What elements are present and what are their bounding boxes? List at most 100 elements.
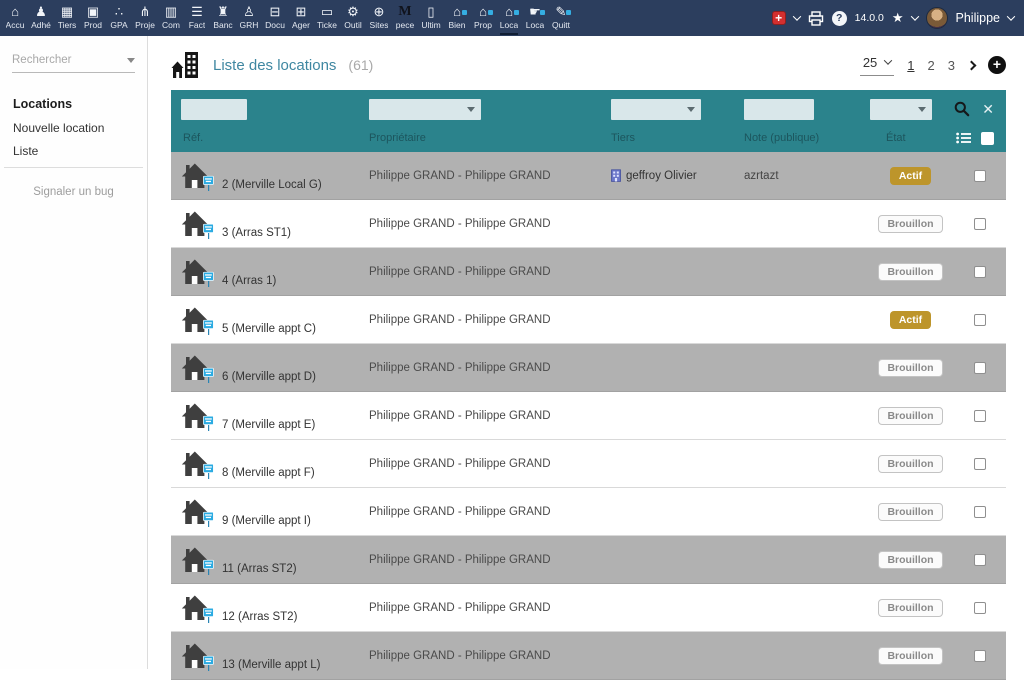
nav-item-quittances[interactable]: ✎Quitt: [548, 0, 574, 36]
column-header-ref[interactable]: Réf.: [183, 132, 203, 144]
row-checkbox[interactable]: [974, 602, 986, 614]
nav-item-locataires[interactable]: ☛Loca: [522, 0, 548, 36]
nav-item-gpa[interactable]: ∴GPA: [106, 0, 132, 36]
row-ref-link[interactable]: 13 (Merville appt L): [222, 659, 320, 672]
row-checkbox[interactable]: [974, 506, 986, 518]
house-for-rent-icon: [181, 498, 215, 528]
next-page-button[interactable]: [968, 62, 975, 69]
row-ref-link[interactable]: 8 (Merville appt F): [222, 467, 315, 480]
row-checkbox[interactable]: [974, 218, 986, 230]
table-row[interactable]: 8 (Merville appt F)Philippe GRAND - Phil…: [171, 440, 1006, 488]
chevron-down-icon[interactable]: [910, 12, 918, 20]
column-header-tiers[interactable]: Tiers: [611, 132, 635, 144]
row-checkbox[interactable]: [974, 650, 986, 662]
nav-item-projets[interactable]: ⋔Proje: [132, 0, 158, 36]
search-input[interactable]: Rechercher: [12, 54, 135, 73]
nav-item-documents[interactable]: ⊟Docu: [262, 0, 288, 36]
table-row[interactable]: 4 (Arras 1)Philippe GRAND - Philippe GRA…: [171, 248, 1006, 296]
table-row[interactable]: 13 (Merville appt L) Philippe GRAND - Phi…: [171, 632, 1006, 680]
help-icon[interactable]: ?: [832, 11, 847, 26]
page-3[interactable]: 3: [948, 58, 955, 73]
table-row[interactable]: 3 (Arras ST1) Philippe GRAND - Philippe G…: [171, 200, 1006, 248]
filter-ref-input[interactable]: [181, 99, 247, 120]
chevron-down-icon[interactable]: [1007, 12, 1015, 20]
table-row[interactable]: 11 (Arras ST2)Philippe GRAND - Philippe …: [171, 536, 1006, 584]
m-module-icon: M: [398, 4, 411, 19]
row-checkbox[interactable]: [974, 266, 986, 278]
table-row[interactable]: 7 (Merville appt E)Philippe GRAND - Phil…: [171, 392, 1006, 440]
nav-item-sites[interactable]: ⊕Sites: [366, 0, 392, 36]
thirdparties-icon: ▦: [61, 4, 73, 19]
sidebar-item-nouvelle-location[interactable]: Nouvelle location: [13, 121, 147, 135]
nav-item-label: Adhé: [31, 20, 51, 30]
row-ref-link[interactable]: 6 (Merville appt D): [222, 371, 316, 384]
calendar-icon: ⊞: [296, 4, 307, 19]
nav-item-label: Ager: [292, 20, 310, 30]
nav-item-outils[interactable]: ⚙Outil: [340, 0, 366, 36]
nav-item-accueil[interactable]: ⌂Accu: [2, 0, 28, 36]
search-icon[interactable]: [954, 101, 970, 117]
nav-item-produits[interactable]: ▣Prod: [80, 0, 106, 36]
row-ref-link[interactable]: 11 (Arras ST2): [222, 563, 297, 576]
row-ref-link[interactable]: 2 (Merville Local G): [222, 179, 322, 192]
column-header-note[interactable]: Note (publique): [744, 132, 819, 144]
row-checkbox[interactable]: [974, 314, 986, 326]
table-row[interactable]: 5 (Merville appt C)Philippe GRAND - Phil…: [171, 296, 1006, 344]
row-tiers-link[interactable]: geffroy Olivier: [626, 170, 697, 182]
avatar[interactable]: [926, 7, 948, 29]
row-owner: Philippe GRAND - Philippe GRAND: [361, 632, 601, 679]
row-tiers-empty: [601, 200, 736, 247]
row-ref-link[interactable]: 5 (Merville appt C): [222, 323, 316, 336]
table-row[interactable]: 6 (Merville appt D)Philippe GRAND - Phil…: [171, 344, 1006, 392]
list-view-icon[interactable]: [956, 132, 971, 144]
nav-item-pece[interactable]: Mpece: [392, 0, 418, 36]
table-row[interactable]: 9 (Merville appt I)Philippe GRAND - Phil…: [171, 488, 1006, 536]
row-checkbox[interactable]: [974, 170, 986, 182]
nav-item-grh[interactable]: ♙GRH: [236, 0, 262, 36]
row-checkbox[interactable]: [974, 410, 986, 422]
column-header-etat[interactable]: État: [886, 132, 906, 144]
table-row[interactable]: 12 (Arras ST2)Philippe GRAND - Philippe …: [171, 584, 1006, 632]
filter-status-select[interactable]: [870, 99, 932, 120]
row-ref-link[interactable]: 7 (Merville appt E): [222, 419, 315, 432]
page-2[interactable]: 2: [928, 58, 935, 73]
row-checkbox[interactable]: [974, 362, 986, 374]
select-all-checkbox[interactable]: [981, 132, 994, 145]
nav-item-tiers[interactable]: ▦Tiers: [54, 0, 80, 36]
add-button[interactable]: +: [988, 56, 1006, 74]
filter-note-input[interactable]: [744, 99, 814, 120]
nav-item-banque[interactable]: ♜Banc: [210, 0, 236, 36]
close-icon[interactable]: ✕: [982, 102, 994, 116]
row-checkbox[interactable]: [974, 458, 986, 470]
nav-item-tickets[interactable]: ▭Ticke: [314, 0, 340, 36]
column-header-proprietaire[interactable]: Propriétaire: [369, 132, 426, 144]
nav-item-biens[interactable]: ⌂Bien: [444, 0, 470, 36]
nav-item-locations[interactable]: ⌂Loca: [496, 0, 522, 36]
nav-item-adherents[interactable]: ♟Adhé: [28, 0, 54, 36]
nav-item-facturation[interactable]: ☰Fact: [184, 0, 210, 36]
filter-owner-select[interactable]: [369, 99, 481, 120]
report-bug-link[interactable]: Signaler un bug: [0, 186, 147, 198]
page-1[interactable]: 1: [907, 58, 914, 73]
nav-item-agenda[interactable]: ⊞Ager: [288, 0, 314, 36]
red-plus-icon[interactable]: +: [772, 11, 786, 25]
chevron-down-icon[interactable]: [792, 12, 800, 20]
nav-item-proprietes[interactable]: ⌂Prop: [470, 0, 496, 36]
row-owner: Philippe GRAND - Philippe GRAND: [361, 200, 601, 247]
page-size-select[interactable]: 25: [860, 55, 894, 76]
row-checkbox[interactable]: [974, 554, 986, 566]
hr-icon: ♙: [243, 4, 255, 19]
row-ref-link[interactable]: 4 (Arras 1): [222, 275, 276, 288]
table-row[interactable]: 2 (Merville Local G)Philippe GRAND - Phi…: [171, 152, 1006, 200]
star-icon[interactable]: ★: [892, 10, 904, 26]
status-badge: Brouillon: [878, 407, 942, 425]
row-ref-link[interactable]: 12 (Arras ST2): [222, 611, 297, 624]
sidebar-item-liste[interactable]: Liste: [13, 144, 147, 158]
row-ref-link[interactable]: 3 (Arras ST1): [222, 227, 291, 240]
row-ref-link[interactable]: 9 (Merville appt I): [222, 515, 311, 528]
user-menu[interactable]: Philippe: [956, 11, 1000, 25]
nav-item-ultimate[interactable]: ▯Ultim: [418, 0, 444, 36]
nav-item-commerce[interactable]: ▥Com: [158, 0, 184, 36]
print-icon[interactable]: [808, 11, 824, 26]
filter-tiers-select[interactable]: [611, 99, 701, 120]
